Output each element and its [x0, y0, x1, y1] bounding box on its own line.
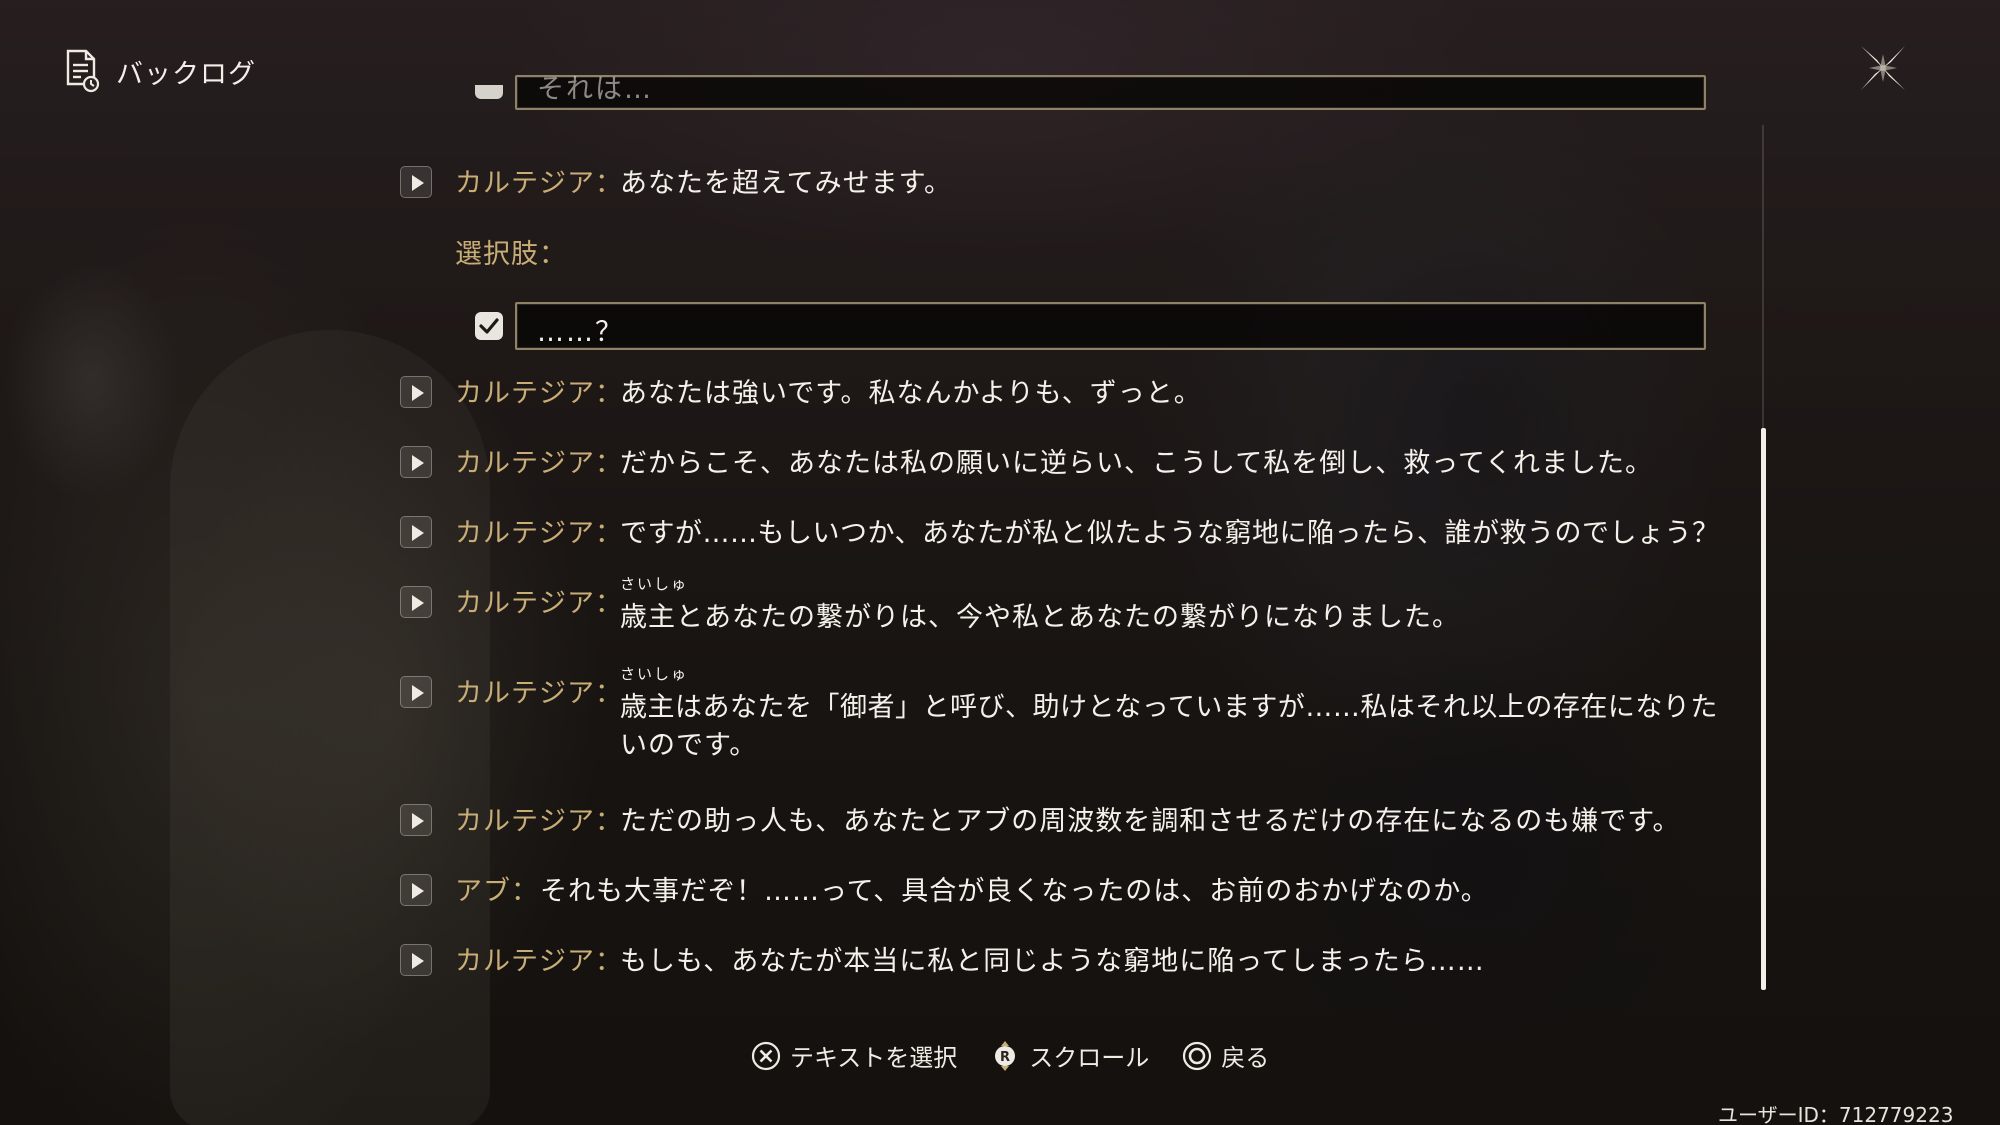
- dialogue-text: もしも、あなたが本当に私と同じような窮地に陥ってしまったら……: [620, 946, 1485, 977]
- voice-play-button[interactable]: [400, 676, 432, 708]
- dialogue-text: 歳主はあなたを「御者」と呼び、助けとなっていますが……私はそれ以上の存在になりた: [620, 692, 1718, 723]
- voice-play-button[interactable]: [400, 516, 432, 548]
- partial-choice-box[interactable]: それは…: [515, 74, 1706, 110]
- control-hints: テキストを選択 R スクロール 戻る: [750, 1038, 1301, 1073]
- choice-option-text: ……？: [537, 317, 624, 348]
- speaker-name: カルテジア：: [455, 518, 623, 549]
- dialogue-text: あなたは強いです。私なんかよりも、ずっと。: [620, 378, 1202, 409]
- dialogue-text: だからこそ、あなたは私の願いに逆らい、こうして私を倒し、救ってくれました。: [620, 448, 1654, 479]
- speaker-name: カルテジア：: [455, 588, 623, 619]
- speaker-name: アブ：: [455, 876, 539, 907]
- voice-play-button[interactable]: [400, 874, 432, 906]
- scrollbar-thumb[interactable]: [1761, 428, 1766, 990]
- hint-select-text[interactable]: テキストを選択: [750, 1038, 957, 1073]
- cross-button-icon: [751, 1041, 781, 1070]
- ruby-annotation: さいしゅ: [620, 575, 689, 593]
- hint-label: スクロール: [1029, 1044, 1150, 1072]
- voice-play-button[interactable]: [400, 804, 432, 836]
- speaker-name: カルテジア：: [455, 806, 623, 837]
- backlog-header: バックログ: [62, 48, 256, 94]
- speaker-name: カルテジア：: [455, 448, 623, 479]
- right-stick-icon: R: [995, 1040, 1016, 1071]
- hint-label: テキストを選択: [790, 1044, 958, 1072]
- voice-play-button[interactable]: [400, 944, 432, 976]
- speaker-name: カルテジア：: [455, 946, 623, 977]
- speaker-name: カルテジア：: [455, 678, 623, 709]
- voice-play-button[interactable]: [400, 166, 432, 198]
- hint-label: 戻る: [1221, 1044, 1270, 1072]
- voice-play-button[interactable]: [400, 586, 432, 618]
- choice-option-box[interactable]: ……？: [515, 302, 1706, 350]
- dialogue-text: ただの助っ人も、あなたとアブの周波数を調和させるだけの存在になるのも嫌です。: [620, 806, 1681, 837]
- partial-choice-checkbox[interactable]: [475, 85, 503, 99]
- dialogue-text: 歳主とあなたの繋がりは、今や私とあなたの繋がりになりました。: [620, 602, 1460, 633]
- voice-play-button[interactable]: [400, 376, 432, 408]
- ruby-annotation: さいしゅ: [620, 665, 689, 683]
- dialogue-text: あなたを超えてみせます。: [620, 168, 952, 199]
- circle-button-icon: [1183, 1041, 1212, 1070]
- partial-choice-text: それは…: [537, 74, 653, 105]
- page-title: バックログ: [116, 58, 256, 90]
- checkmark-icon: [479, 318, 499, 334]
- voice-play-button[interactable]: [400, 446, 432, 478]
- dialogue-text-continued: いのです。: [620, 730, 758, 761]
- hint-scroll[interactable]: R スクロール: [989, 1038, 1149, 1073]
- backlog-document-icon: [66, 49, 100, 93]
- backlog-screen: バックログ それは… カルテジア： あなたを超えてみせます。 選択肢： ……？: [0, 0, 2000, 1125]
- close-cross-icon[interactable]: [1855, 40, 1911, 96]
- dialogue-text: ですが……もしいつか、あなたが私と似たような窮地に陥ったら、誰が救うのでしょう？: [620, 518, 1720, 549]
- background-creature: [0, 240, 220, 560]
- speaker-name: カルテジア：: [455, 378, 623, 409]
- svg-text:R: R: [1000, 1050, 1010, 1065]
- hint-back[interactable]: 戻る: [1181, 1038, 1269, 1073]
- dialogue-text: それも大事だぞ！……って、具合が良くなったのは、お前のおかげなのか。: [540, 876, 1489, 907]
- speaker-name: カルテジア：: [455, 168, 623, 199]
- choice-checkbox[interactable]: [475, 312, 503, 340]
- user-id: ユーザーID：712779223: [1718, 1103, 1954, 1125]
- backlog-list[interactable]: それは… カルテジア： あなたを超えてみせます。 選択肢： ……？ カルテジア：…: [390, 74, 1770, 995]
- choice-label: 選択肢：: [455, 239, 567, 270]
